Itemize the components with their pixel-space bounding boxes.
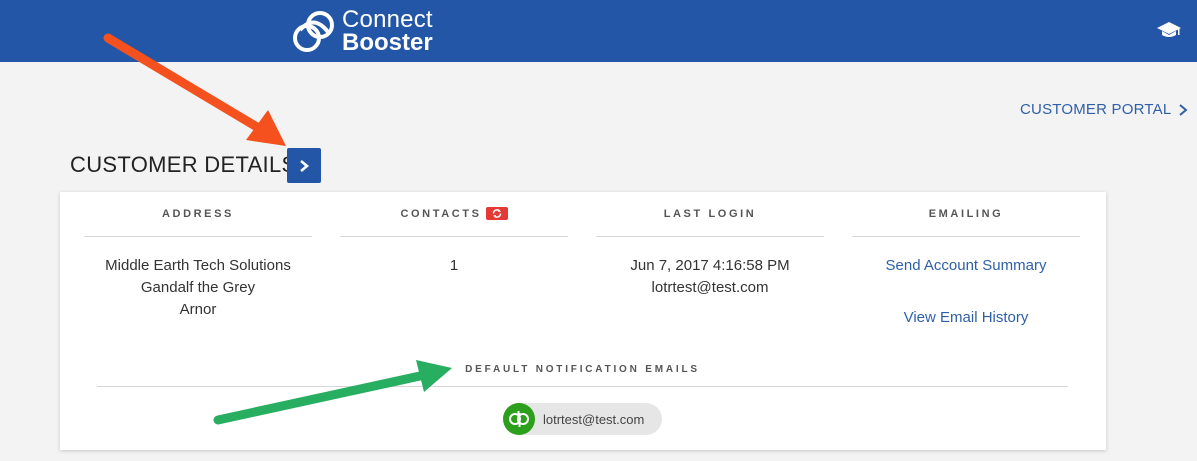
last-login-email: lotrtest@test.com	[651, 279, 769, 296]
emailing-column: EMAILING Send Account Summary View Email…	[852, 192, 1080, 329]
view-email-history-link[interactable]: View Email History	[852, 307, 1080, 329]
connectbooster-logo[interactable]: Connect Booster	[290, 6, 433, 56]
logo-text: Connect Booster	[342, 6, 433, 56]
contacts-heading-row: CONTACTS	[340, 192, 568, 237]
last-login-body: Jun 7, 2017 4:16:58 PM lotrtest@test.com	[596, 237, 824, 299]
logo-line-1: Connect	[342, 6, 433, 33]
last-login-datetime: Jun 7, 2017 4:16:58 PM	[630, 257, 790, 274]
sync-icon[interactable]	[485, 206, 508, 220]
contacts-column: CONTACTS 1	[340, 192, 568, 277]
customer-details-card: ADDRESS Middle Earth Tech Solutions Gand…	[60, 192, 1106, 450]
chevron-right-icon	[300, 159, 310, 172]
address-line: Arnor	[179, 301, 217, 318]
logo-line-2: Booster	[342, 29, 433, 56]
top-nav-bar: Connect Booster	[0, 0, 1197, 62]
customer-portal-link[interactable]: CUSTOMER PORTAL	[1020, 101, 1171, 118]
page-title: CUSTOMER DETAILS	[70, 152, 297, 177]
chevron-right-icon[interactable]	[1178, 103, 1188, 117]
emailing-heading: EMAILING	[852, 192, 1080, 237]
emailing-body: Send Account Summary View Email History	[852, 237, 1080, 329]
address-column: ADDRESS Middle Earth Tech Solutions Gand…	[84, 192, 312, 321]
notification-email-chip[interactable]: lotrtest@test.com	[503, 403, 662, 435]
logo-mark-icon	[293, 11, 334, 52]
last-login-heading: LAST LOGIN	[596, 192, 824, 237]
last-login-column: LAST LOGIN Jun 7, 2017 4:16:58 PM lotrte…	[596, 192, 824, 299]
address-line: Middle Earth Tech Solutions	[105, 257, 291, 274]
contacts-heading: CONTACTS	[400, 208, 482, 220]
send-account-summary-link[interactable]: Send Account Summary	[852, 255, 1080, 277]
default-notification-emails-heading: DEFAULT NOTIFICATION EMAILS	[97, 352, 1068, 387]
address-line: Gandalf the Grey	[140, 279, 256, 296]
contacts-count: 1	[449, 257, 459, 274]
quickbooks-icon	[503, 403, 535, 435]
address-heading: ADDRESS	[84, 192, 312, 237]
graduation-cap-icon[interactable]	[1157, 20, 1181, 40]
address-body: Middle Earth Tech Solutions Gandalf the …	[84, 237, 312, 321]
expand-details-button[interactable]	[287, 148, 321, 183]
notification-email-address: lotrtest@test.com	[543, 411, 645, 427]
